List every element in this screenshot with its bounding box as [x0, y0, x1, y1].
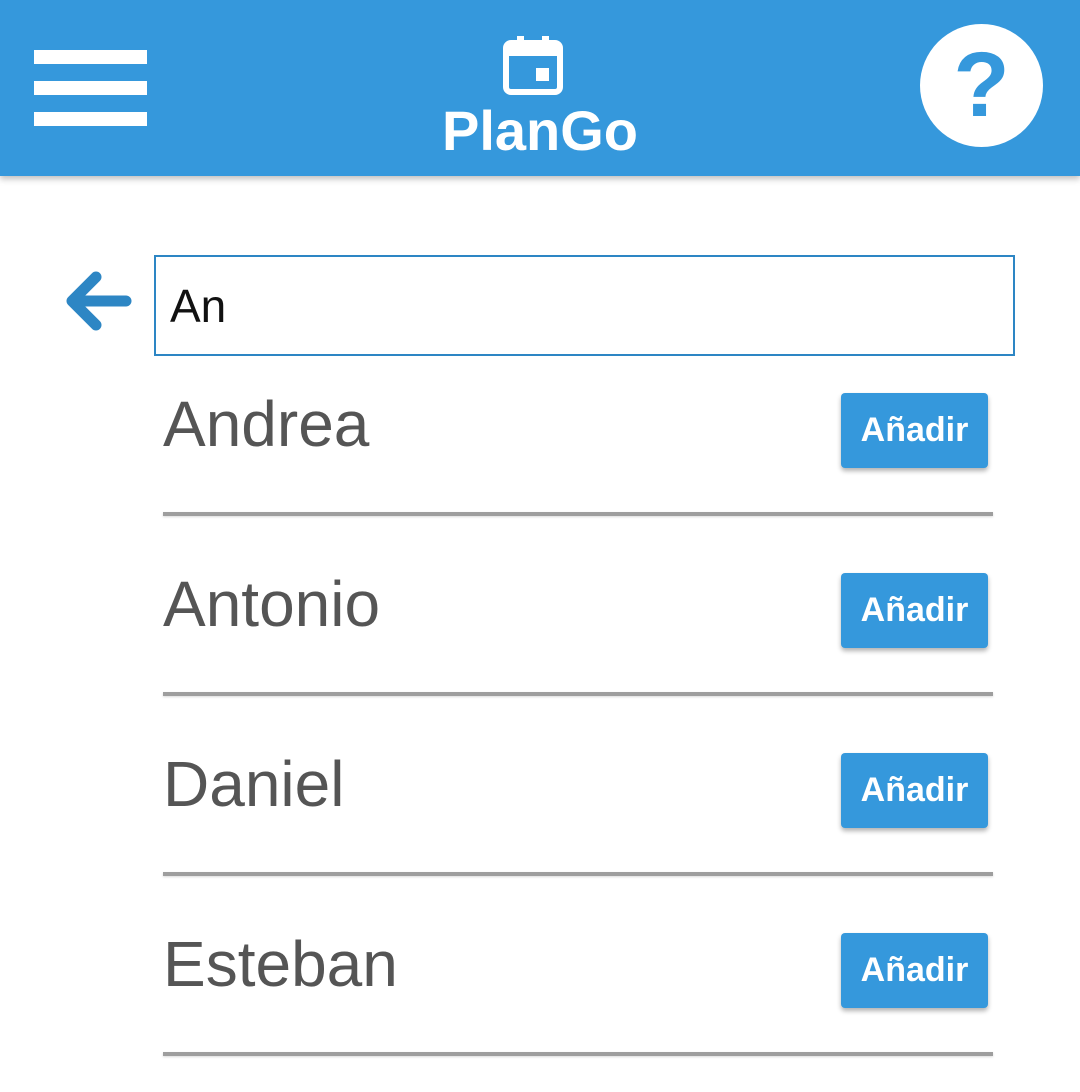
app-title: PlanGo	[441, 99, 639, 162]
add-button[interactable]: Añadir	[841, 933, 988, 1008]
contact-name: Andrea	[163, 388, 370, 460]
contact-name: Daniel	[163, 748, 345, 820]
contact-name: Antonio	[163, 568, 381, 640]
calendar-icon	[503, 36, 563, 95]
help-button[interactable]: ?	[920, 24, 1043, 147]
divider	[163, 1052, 993, 1056]
menu-button[interactable]	[34, 50, 147, 126]
app-bar: PlanGo ?	[0, 0, 1080, 176]
hamburger-menu-icon-line	[34, 50, 147, 64]
contact-name: Esteban	[163, 928, 398, 1000]
hamburger-menu-icon-line	[34, 112, 147, 126]
back-button[interactable]	[62, 268, 134, 334]
list-item: Andrea Añadir	[163, 360, 993, 540]
list-item: Antonio Añadir	[163, 540, 993, 720]
hamburger-menu-icon-line	[34, 81, 147, 95]
add-button[interactable]: Añadir	[841, 393, 988, 468]
add-button[interactable]: Añadir	[841, 753, 988, 828]
help-icon: ?	[953, 34, 1010, 136]
search-input[interactable]	[154, 255, 1015, 356]
divider	[163, 872, 993, 876]
divider	[163, 512, 993, 516]
app-title-block: PlanGo	[390, 30, 690, 170]
divider	[163, 692, 993, 696]
list-item: Esteban Añadir	[163, 900, 993, 1080]
arrow-back-icon	[66, 271, 132, 331]
add-button[interactable]: Añadir	[841, 573, 988, 648]
list-item: Daniel Añadir	[163, 720, 993, 900]
